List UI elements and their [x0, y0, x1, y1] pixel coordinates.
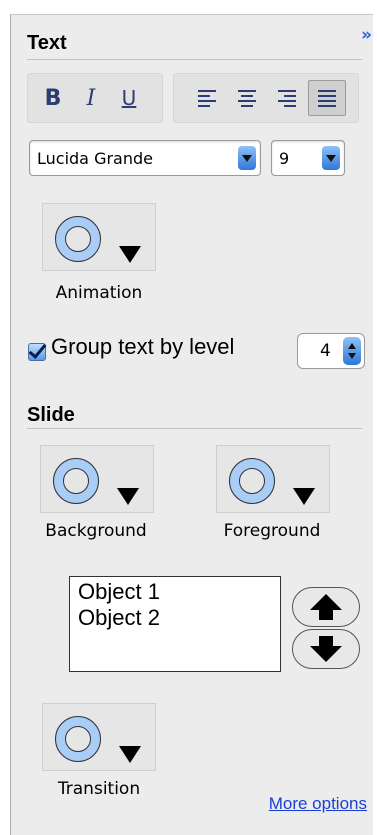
list-item[interactable]: Object 1: [78, 579, 272, 605]
foreground-label: Foreground: [223, 521, 321, 541]
stepper-arrows-icon[interactable]: [343, 337, 361, 365]
arrow-down-icon: [310, 636, 342, 662]
animation-ring-icon: [55, 216, 101, 262]
align-right-button[interactable]: [268, 80, 306, 116]
font-size-value: 9: [279, 149, 290, 168]
animation-well[interactable]: [42, 203, 156, 271]
arrow-up-icon: [310, 594, 342, 620]
slide-section-divider: [27, 428, 362, 429]
group-text-label: Group text by level: [51, 334, 235, 359]
align-left-icon: [198, 89, 216, 107]
move-down-button[interactable]: [292, 629, 360, 669]
align-right-icon: [278, 89, 296, 107]
align-center-button[interactable]: [228, 80, 266, 116]
foreground-well[interactable]: [216, 445, 330, 513]
object-list[interactable]: Object 1 Object 2: [69, 576, 281, 672]
italic-button[interactable]: I: [72, 80, 110, 116]
align-left-button[interactable]: [188, 80, 226, 116]
collapse-panel-icon[interactable]: »: [361, 25, 372, 45]
move-up-button[interactable]: [292, 587, 360, 627]
align-justify-button[interactable]: [308, 80, 346, 116]
dropdown-triangle-icon: [119, 246, 141, 263]
list-item[interactable]: Object 2: [78, 605, 272, 631]
group-text-checkbox[interactable]: [28, 343, 46, 361]
foreground-ring-icon: [229, 458, 275, 504]
slide-section-title: Slide: [27, 404, 75, 426]
level-stepper[interactable]: 4: [297, 333, 365, 369]
font-family-value: Lucida Grande: [37, 149, 153, 168]
chevron-down-icon: [238, 146, 256, 170]
underline-button[interactable]: U: [110, 80, 148, 116]
inspector-panel: » Text B I U Lucida Grande 9 Animation G…: [10, 14, 373, 835]
align-justify-icon: [318, 89, 336, 107]
background-label: Background: [45, 521, 147, 541]
dropdown-triangle-icon: [117, 488, 139, 505]
font-size-select[interactable]: 9: [271, 140, 345, 176]
animation-label: Animation: [55, 283, 143, 303]
background-well[interactable]: [40, 445, 154, 513]
transition-ring-icon: [55, 716, 101, 762]
align-center-icon: [238, 89, 256, 107]
text-section-divider: [27, 59, 362, 60]
more-options-link[interactable]: More options: [269, 794, 367, 814]
dropdown-triangle-icon: [293, 488, 315, 505]
text-section-title: Text: [27, 32, 67, 54]
background-ring-icon: [53, 458, 99, 504]
font-family-select[interactable]: Lucida Grande: [29, 140, 261, 176]
level-value: 4: [320, 341, 331, 361]
text-style-group: B I U: [27, 73, 163, 123]
dropdown-triangle-icon: [119, 746, 141, 763]
bold-button[interactable]: B: [34, 80, 72, 116]
text-align-group: [173, 73, 359, 123]
chevron-down-icon: [322, 146, 340, 170]
transition-well[interactable]: [42, 703, 156, 771]
transition-label: Transition: [57, 779, 141, 799]
